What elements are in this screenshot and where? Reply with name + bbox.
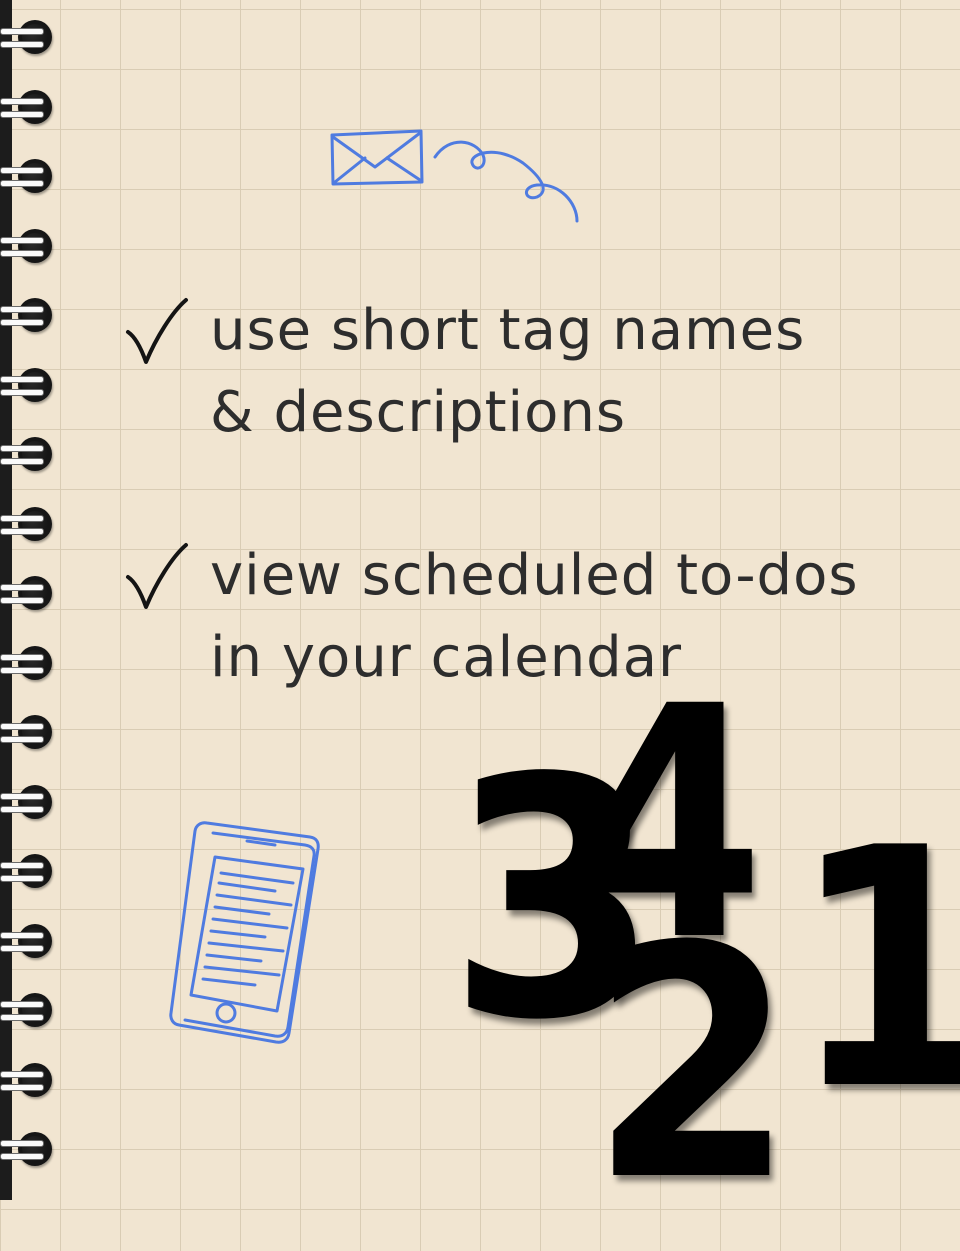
task-item: use short tag names & descriptions [120,290,950,454]
spiral-ring [0,852,56,888]
checkmark-icon [126,543,188,609]
task-line: use short tag names [210,298,806,363]
spiral-ring [0,783,56,819]
spiral-ring [0,366,56,402]
spiral-ring [0,574,56,610]
spiral-ring [0,1061,56,1097]
spiral-ring [0,991,56,1027]
spiral-ring [0,435,56,471]
spiral-ring [0,713,56,749]
task-line: & descriptions [210,380,627,445]
phone-icon [169,821,320,1044]
spiral-ring [0,18,56,54]
spiral-ring [0,644,56,680]
spiral-ring [0,88,56,124]
big-number-one: 1 [790,805,960,1135]
task-line: view scheduled to-dos [210,543,859,608]
spiral-ring [0,1130,56,1166]
spiral-ring [0,505,56,541]
envelope-icon [330,129,579,223]
spiral-ring [0,296,56,332]
spiral-ring [0,227,56,263]
task-text: use short tag names & descriptions [210,290,805,454]
checkmark-icon [126,298,188,364]
big-number-two: 2 [590,879,795,1251]
task-item: view scheduled to-dos in your calendar [120,535,950,699]
spiral-ring [0,922,56,958]
spiral-ring [0,157,56,193]
